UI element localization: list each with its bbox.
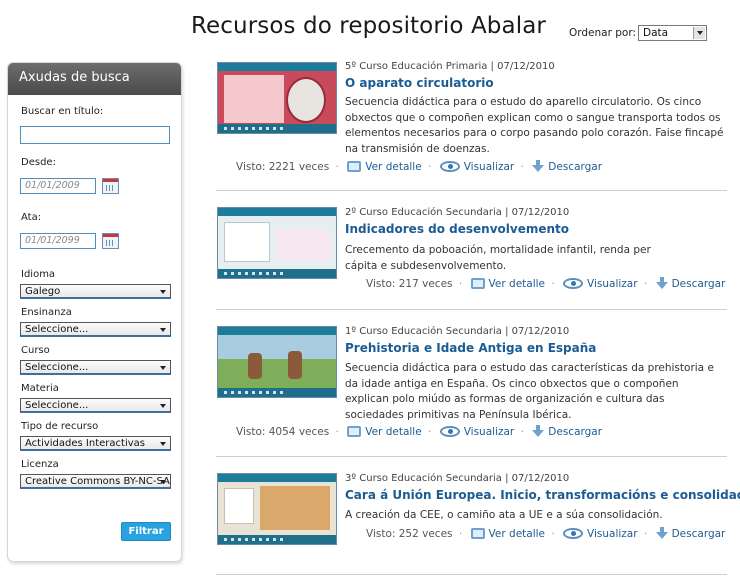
filter-select-licenza[interactable]: Creative Commons BY-NC-SA xyxy=(20,474,171,489)
calendar-icon[interactable] xyxy=(102,233,119,249)
divider xyxy=(216,456,727,457)
to-date-label: Ata: xyxy=(21,212,42,223)
from-date-input[interactable]: 01/01/2009 xyxy=(20,178,96,194)
filter-select-value: Actividades Interactivas xyxy=(25,438,145,449)
download-link[interactable]: Descargar xyxy=(672,528,726,540)
search-title-input[interactable] xyxy=(20,126,170,144)
filter-label-materia: Materia xyxy=(21,383,59,394)
download-icon xyxy=(655,277,668,289)
filter-button[interactable]: Filtrar xyxy=(121,522,171,541)
chevron-down-icon xyxy=(158,438,169,449)
resource-thumbnail[interactable] xyxy=(217,207,337,279)
resource-meta: 1º Curso Educación Secundaria | 07/12/20… xyxy=(345,326,570,337)
resource-thumbnail[interactable] xyxy=(217,62,337,134)
eye-icon xyxy=(439,161,460,172)
filter-select-value: Seleccione... xyxy=(25,400,89,411)
result-item: 1º Curso Educación Secundaria | 07/12/20… xyxy=(216,326,727,451)
resource-title[interactable]: Prehistoria e Idade Antiga en España xyxy=(345,341,596,355)
filter-label-curso: Curso xyxy=(21,345,50,356)
resource-actions: Visto: 217 veces · Ver detalle · Visuali… xyxy=(366,277,726,290)
download-link[interactable]: Descargar xyxy=(548,426,602,438)
view-link[interactable]: Visualizar xyxy=(587,528,638,540)
resource-title[interactable]: Cara á Unión Europea. Inicio, transforma… xyxy=(345,488,740,502)
chevron-down-icon xyxy=(158,286,169,297)
view-count: Visto: 252 veces xyxy=(366,528,453,540)
resource-meta: 2º Curso Educación Secundaria | 07/12/20… xyxy=(345,207,570,218)
resource-description: Secuencia didáctica para o estudo das ca… xyxy=(345,362,714,421)
filter-select-value: Galego xyxy=(25,286,61,297)
calendar-icon[interactable] xyxy=(102,178,119,194)
eye-icon xyxy=(439,426,460,437)
download-link[interactable]: Descargar xyxy=(548,161,602,173)
view-link[interactable]: Visualizar xyxy=(464,426,515,438)
chevron-down-icon[interactable] xyxy=(693,27,705,39)
eye-icon xyxy=(563,528,584,539)
resource-description: Crecemento da poboación, mortalidade inf… xyxy=(345,244,651,272)
result-item: 2º Curso Educación Secundaria | 07/12/20… xyxy=(216,207,727,307)
sort-label: Ordenar por: xyxy=(569,27,637,39)
filter-label-idioma: Idioma xyxy=(21,269,56,280)
search-sidebar: Axudas de busca Buscar en título: Desde:… xyxy=(7,62,182,562)
search-title-label: Buscar en título: xyxy=(21,106,104,117)
resource-description: A creación da CEE, o camiño ata a UE e a… xyxy=(345,509,663,521)
divider xyxy=(216,309,727,310)
filter-select-value: Creative Commons BY-NC-SA xyxy=(25,476,170,487)
from-date-label: Desde: xyxy=(21,157,56,168)
download-icon xyxy=(532,425,545,437)
sort-select[interactable]: Data xyxy=(638,25,707,41)
page-title: Recursos do repositorio Abalar xyxy=(191,13,546,39)
detail-link[interactable]: Ver detalle xyxy=(365,161,421,173)
filter-select-materia[interactable]: Seleccione... xyxy=(20,398,171,413)
resource-title[interactable]: O aparato circulatorio xyxy=(345,76,494,90)
result-item: 3º Curso Educación Secundaria | 07/12/20… xyxy=(216,473,740,563)
download-icon xyxy=(655,527,668,539)
sidebar-title: Axudas de busca xyxy=(8,63,181,95)
eye-icon xyxy=(563,278,584,289)
filter-select-idioma[interactable]: Galego xyxy=(20,284,171,299)
filter-label-tipo: Tipo de recurso xyxy=(21,421,99,432)
filter-label-licenza: Licenza xyxy=(21,459,59,470)
resource-actions: Visto: 2221 veces · Ver detalle · Visual… xyxy=(236,160,603,173)
filter-select-ensinanza[interactable]: Seleccione... xyxy=(20,322,171,337)
resource-description-text: Secuencia didáctica para o estudo do apa… xyxy=(345,96,724,155)
download-icon xyxy=(532,160,545,172)
detail-link[interactable]: Ver detalle xyxy=(365,426,421,438)
divider xyxy=(216,190,727,191)
monitor-icon xyxy=(470,278,485,289)
filter-select-tipo[interactable]: Actividades Interactivas xyxy=(20,436,171,451)
filter-select-value: Seleccione... xyxy=(25,324,89,335)
resource-actions: Visto: 4054 veces · Ver detalle · Visual… xyxy=(236,425,603,438)
view-link[interactable]: Visualizar xyxy=(587,278,638,290)
monitor-icon xyxy=(347,161,362,172)
monitor-icon xyxy=(470,528,485,539)
chevron-down-icon xyxy=(158,476,169,487)
result-item: 5º Curso Educación Primaria | 07/12/2010… xyxy=(216,61,727,186)
detail-link[interactable]: Ver detalle xyxy=(489,278,545,290)
resource-meta: 5º Curso Educación Primaria | 07/12/2010 xyxy=(345,61,555,72)
resource-thumbnail[interactable] xyxy=(217,326,337,398)
resource-actions: Visto: 252 veces · Ver detalle · Visuali… xyxy=(366,527,726,540)
resource-description: Secuencia didáctica para o estudo do apa… xyxy=(345,95,725,157)
filter-select-curso[interactable]: Seleccione... xyxy=(20,360,171,375)
chevron-down-icon xyxy=(158,362,169,373)
view-count: Visto: 217 veces xyxy=(366,278,453,290)
resource-meta: 3º Curso Educación Secundaria | 07/12/20… xyxy=(345,473,570,484)
chevron-down-icon xyxy=(158,324,169,335)
sort-select-value: Data xyxy=(643,27,669,39)
to-date-input[interactable]: 01/01/2099 xyxy=(20,233,96,249)
filter-label-ensinanza: Ensinanza xyxy=(21,307,72,318)
resource-thumbnail[interactable] xyxy=(217,473,337,545)
view-count: Visto: 4054 veces xyxy=(236,426,330,438)
filter-select-value: Seleccione... xyxy=(25,362,89,373)
view-count: Visto: 2221 veces xyxy=(236,161,330,173)
chevron-down-icon xyxy=(158,400,169,411)
monitor-icon xyxy=(347,426,362,437)
divider xyxy=(216,574,727,575)
resource-title[interactable]: Indicadores do desenvolvemento xyxy=(345,222,569,236)
view-link[interactable]: Visualizar xyxy=(464,161,515,173)
download-link[interactable]: Descargar xyxy=(672,278,726,290)
detail-link[interactable]: Ver detalle xyxy=(489,528,545,540)
